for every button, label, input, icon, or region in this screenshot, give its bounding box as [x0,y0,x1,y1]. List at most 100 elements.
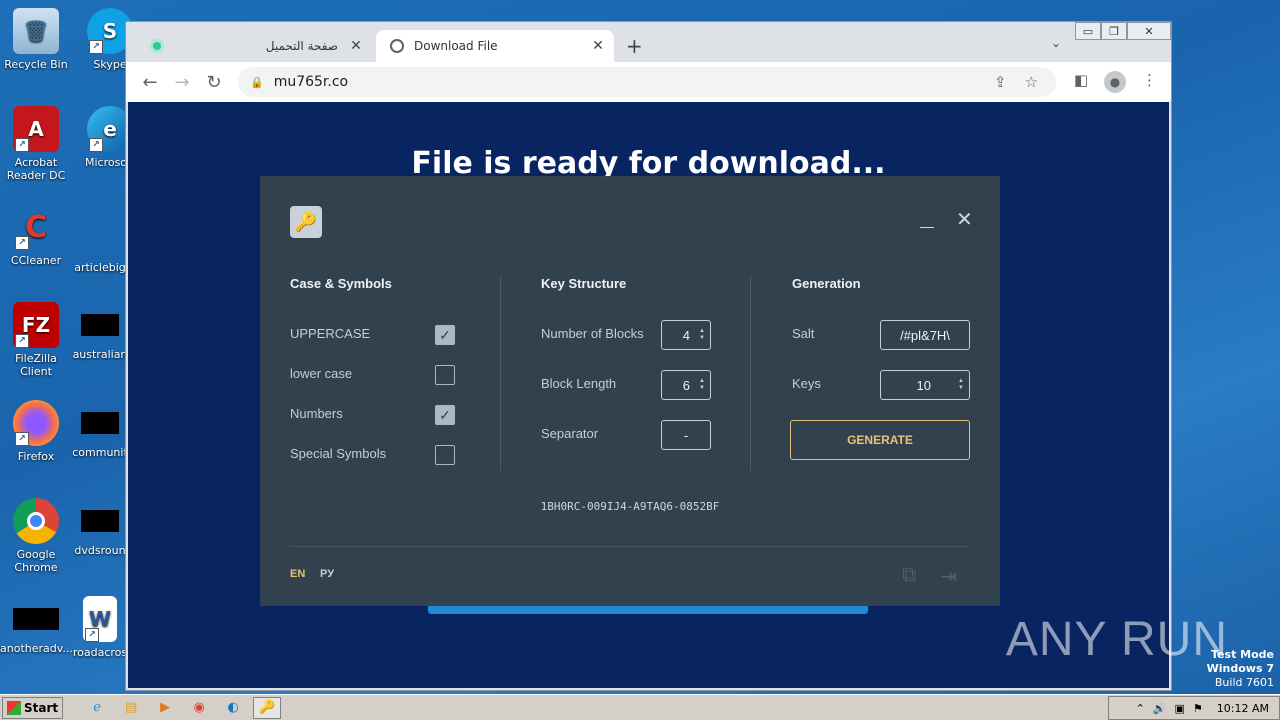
desktop-icon-label: anotheradv... [0,642,73,655]
separator-input[interactable]: - [661,420,711,450]
taskbar-explorer-folder-icon[interactable]: ▤ [117,697,145,719]
bookmark-star-icon[interactable]: ☆ [1025,73,1038,91]
desktop-icon-label: Firefox [17,450,55,463]
tab-title: صفحة التحميل [265,39,338,53]
side-panel-icon[interactable]: ◧ [1074,71,1088,89]
taskbar-edge-icon[interactable]: ◐ [219,697,247,719]
acrobat-icon: A ↗ [13,106,59,152]
tab-download-file[interactable]: Download File ✕ [376,30,614,62]
word-document-icon: W ↗ [83,596,117,642]
desktop-icon-recycle-bin[interactable]: 🗑 Recycle Bin [0,8,72,71]
volume-icon[interactable]: 🔊 [1153,702,1167,715]
language-ru-button[interactable]: РУ [320,568,334,580]
redacted-file-icon [81,412,119,434]
filezilla-icon: FZ ↗ [13,302,59,348]
number-of-blocks-label: Number of Blocks [541,326,644,341]
footer-divider [290,546,970,547]
tab-favicon-icon [150,39,164,53]
share-icon[interactable]: ⇪ [994,73,1007,91]
checkbox-special-symbols[interactable] [435,445,455,465]
browser-menu-kebab-icon[interactable]: ⋮ [1142,71,1157,89]
block-length-stepper[interactable]: 6 ▲ ▼ [661,370,711,400]
back-arrow-icon[interactable]: ← [138,72,162,93]
column-heading-key-structure: Key Structure [541,276,627,291]
desktop-icon-anotheradv[interactable]: anotheradv... [0,596,73,655]
restore-window-icon[interactable]: ❐ [1101,22,1127,40]
tab-close-icon[interactable]: ✕ [346,38,366,54]
desktop-icon-google-chrome[interactable]: Google Chrome [0,498,72,574]
minimize-window-icon[interactable]: ▭ [1075,22,1101,40]
generated-key-output[interactable]: 1BH0RC-009IJ4-A9TAQ6-0852BF [260,500,1000,513]
number-of-blocks-stepper[interactable]: 4 ▲ ▼ [661,320,711,350]
new-tab-plus-icon[interactable]: + [626,34,643,58]
test-mode-line: Test Mode [1211,648,1274,661]
stepper-value: 4 [682,327,690,343]
desktop-icon-firefox[interactable]: ↗ Firefox [0,400,72,463]
stepper-arrows-icon[interactable]: ▲ ▼ [696,328,708,342]
desktop-icon-label: CCleaner [10,254,62,267]
desktop-icon-label: Skype [93,58,127,71]
stepper-value: 6 [682,377,690,393]
forward-arrow-icon[interactable]: → [170,72,194,93]
tray-expand-icon[interactable]: ⌃ [1136,702,1145,715]
checkbox-lowercase[interactable] [435,365,455,385]
test-mode-line: Windows 7 [1206,662,1274,675]
url-text[interactable]: mu765r.co [274,74,994,90]
checkbox-uppercase[interactable]: ✓ [435,325,455,345]
option-label-special-symbols: Special Symbols [290,446,387,461]
stepper-arrows-icon[interactable]: ▲ ▼ [955,378,967,392]
desktop-icon-label: australian [72,348,128,361]
tab-strip: صفحة التحميل ✕ Download File ✕ + ⌄ ▭ ❐ ✕ [126,22,1171,62]
option-label-uppercase: UPPERCASE [290,326,371,341]
language-en-button[interactable]: EN [290,568,305,580]
redacted-file-icon [81,216,119,238]
clock[interactable]: 10:12 AM [1217,702,1269,715]
option-label-numbers: Numbers [290,406,343,421]
export-icon[interactable]: ⇥ [940,564,957,589]
reload-icon[interactable]: ↻ [202,72,226,93]
keys-count-stepper[interactable]: 10 ▲ ▼ [880,370,970,400]
salt-input[interactable]: /#pl&7H\ [880,320,970,350]
stepper-value: 10 [916,377,931,393]
dialog-close-icon[interactable]: ✕ [956,210,973,230]
close-window-icon[interactable]: ✕ [1127,22,1171,40]
desktop-icon-label: Acrobat Reader DC [6,156,66,182]
start-button[interactable]: Start [2,696,64,719]
firefox-icon: ↗ [13,400,59,446]
desktop-icon-label: articlebig [74,261,126,274]
desktop-icon-acrobat[interactable]: A ↗ Acrobat Reader DC [0,106,72,182]
desktop-icon-filezilla[interactable]: FZ ↗ FileZilla Client [0,302,72,378]
checkmark-icon: ✓ [439,326,451,343]
desktop-icon-ccleaner[interactable]: C ↗ CCleaner [0,204,72,267]
taskbar-media-player-icon[interactable]: ▶ [151,697,179,719]
redacted-file-icon [13,608,59,630]
separator-value: - [683,427,689,443]
start-label: Start [24,700,59,715]
taskbar-keygen-app-icon[interactable]: 🔑 [253,696,282,719]
tab-close-icon[interactable]: ✕ [588,38,608,54]
column-divider [750,276,751,471]
stepper-arrows-icon[interactable]: ▲ ▼ [696,378,708,392]
block-length-label: Block Length [541,376,617,391]
tab-title: Download File [414,39,498,53]
tab-download-page-arabic[interactable]: صفحة التحميل ✕ [136,30,372,62]
chrome-icon [13,498,59,544]
generate-button[interactable]: GENERATE [790,420,970,460]
profile-avatar[interactable]: ● [1104,71,1126,93]
network-icon[interactable]: ▣ [1175,702,1185,715]
action-center-flag-icon[interactable]: ⚑ [1193,702,1203,715]
dialog-minimize-icon[interactable] [920,212,934,228]
desktop-icon-label: FileZilla Client [15,352,57,378]
keys-label: Keys [792,376,821,391]
checkbox-numbers[interactable]: ✓ [435,405,455,425]
ccleaner-icon: C ↗ [13,204,59,250]
checkmark-icon: ✓ [439,406,451,423]
taskbar-chrome-icon[interactable]: ◉ [185,697,213,719]
copy-icon[interactable]: ⧉ [902,564,916,587]
browser-toolbar: ← → ↻ 🔒 mu765r.co ⇪ ☆ ◧ ● ⋮ [126,62,1171,102]
address-bar[interactable]: 🔒 mu765r.co ⇪ ☆ [238,67,1056,97]
taskbar-ie-icon[interactable]: ℯ [83,697,111,719]
redacted-file-icon [81,314,119,336]
desktop-icon-label: dvdsroun [74,544,126,557]
tab-search-chevron-down-icon[interactable]: ⌄ [1051,36,1061,50]
